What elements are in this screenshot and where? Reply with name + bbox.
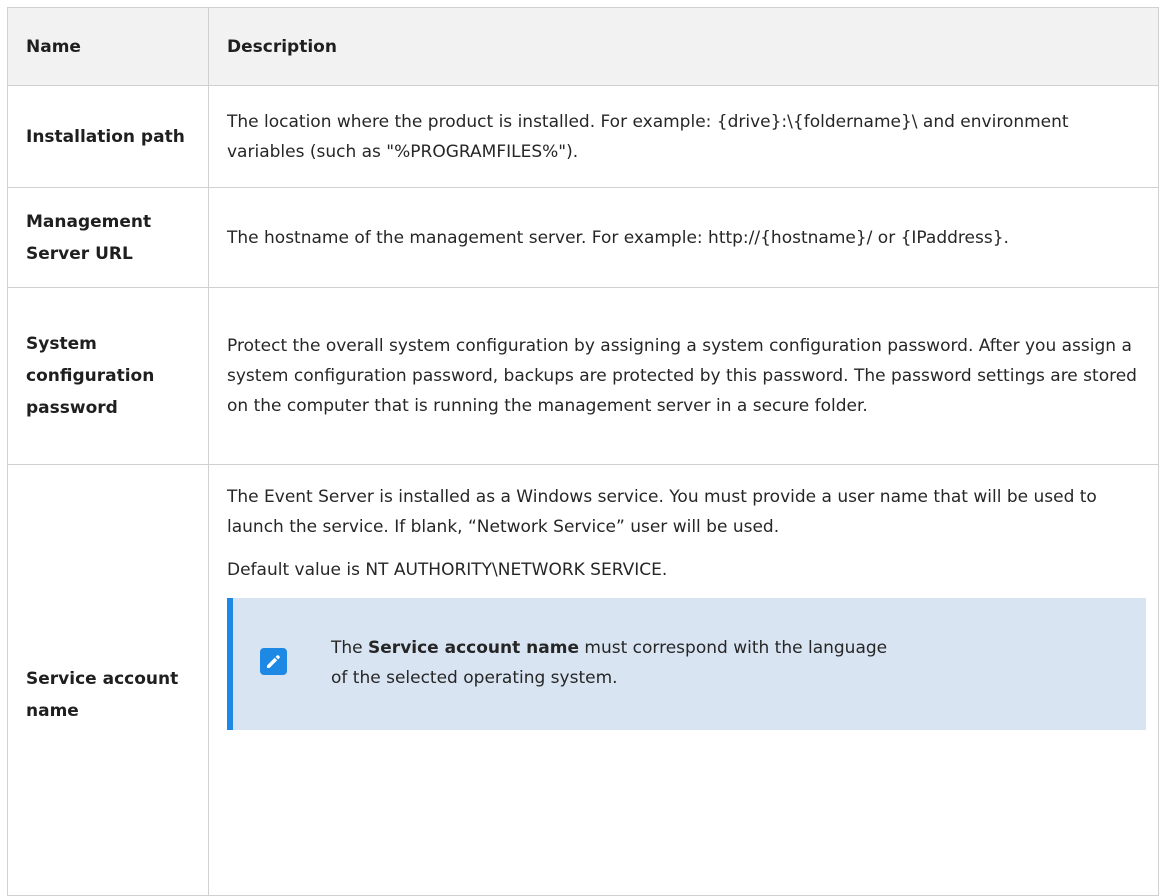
row-description-system-configuration-password: Protect the overall system configuration…	[208, 287, 1159, 465]
table-row: Installation path The location where the…	[7, 85, 1159, 188]
note-text: The Service account name must correspond…	[331, 633, 891, 693]
row-name-system-configuration-password: System configuration password	[7, 287, 209, 465]
table-row: Service account name The Event Server is…	[7, 464, 1159, 896]
table-header-row: Name Description	[7, 7, 1159, 86]
row-description-management-server-url: The hostname of the management server. F…	[208, 187, 1159, 288]
table-row: Management Server URL The hostname of th…	[7, 187, 1159, 288]
table-row: System configuration password Protect th…	[7, 287, 1159, 465]
row-name-installation-path: Installation path	[7, 85, 209, 188]
row-description-service-account-name: The Event Server is installed as a Windo…	[208, 464, 1159, 896]
row-name-management-server-url: Management Server URL	[7, 187, 209, 288]
description-paragraph: The Event Server is installed as a Windo…	[227, 487, 1097, 537]
row-description-installation-path: The location where the product is instal…	[208, 85, 1159, 188]
column-header-name: Name	[7, 7, 209, 86]
parameters-table: Name Description Installation path The l…	[7, 7, 1159, 896]
column-header-description: Description	[208, 7, 1159, 86]
note-callout: The Service account name must correspond…	[227, 598, 1146, 730]
description-default-value: Default value is NT AUTHORITY\NETWORK SE…	[227, 560, 668, 580]
note-text-prefix: The	[331, 638, 369, 658]
row-name-service-account-name: Service account name	[7, 464, 209, 896]
note-text-bold: Service account name	[368, 638, 579, 658]
edit-pencil-icon	[260, 648, 287, 675]
